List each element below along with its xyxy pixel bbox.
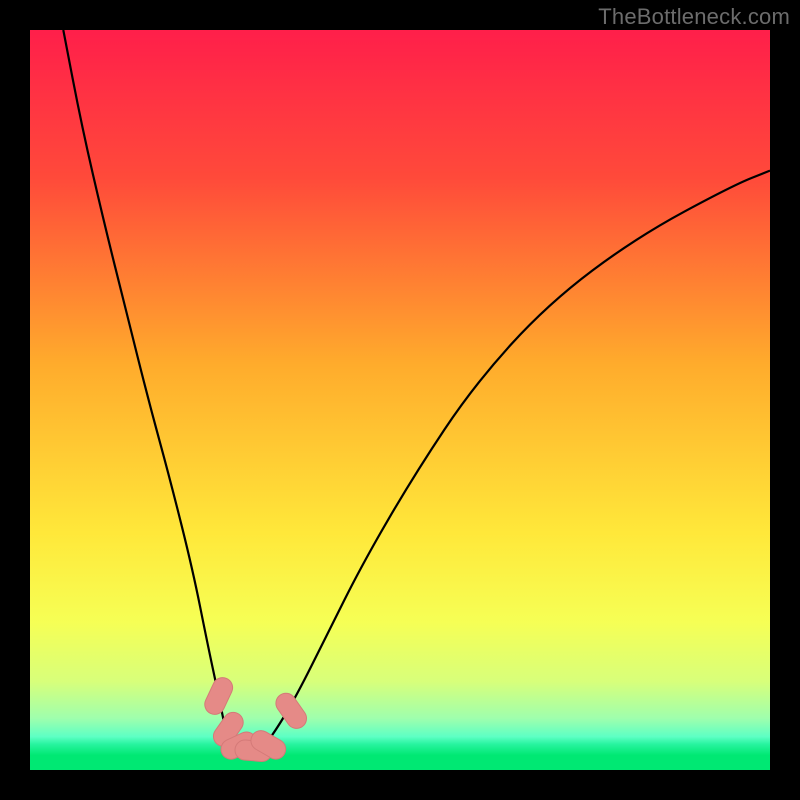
plot-area — [30, 30, 770, 770]
gradient-background — [30, 30, 770, 770]
chart-frame: TheBottleneck.com — [0, 0, 800, 800]
chart-svg — [30, 30, 770, 770]
attribution-text: TheBottleneck.com — [598, 4, 790, 30]
